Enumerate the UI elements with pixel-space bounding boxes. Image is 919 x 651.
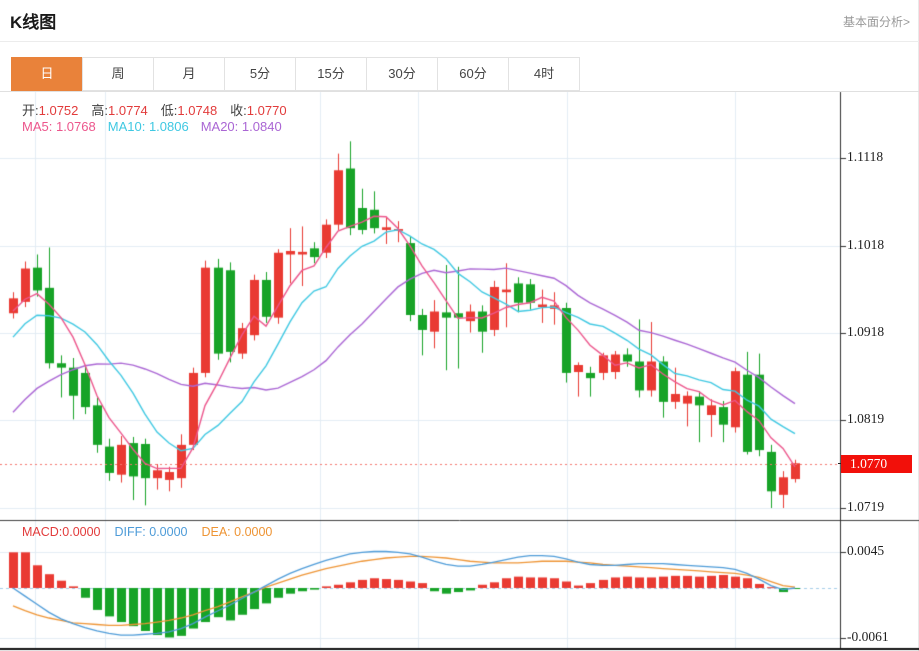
- period-tabs: 日周月 5分 15分 30分 60分 4时: [11, 57, 580, 91]
- tab-60min[interactable]: 60分: [437, 57, 509, 91]
- page-title: K线图: [10, 13, 57, 32]
- tab-4hour[interactable]: 4时: [508, 57, 580, 91]
- tabbar-divider: [0, 91, 919, 92]
- price-axis-label: 1.0819: [847, 411, 885, 426]
- ma20-value: MA20: 1.0840: [200, 119, 282, 134]
- ma10-value: MA10: 1.0806: [107, 119, 189, 134]
- price-axis-label: 1.1018: [847, 237, 885, 252]
- tab-week[interactable]: 周: [82, 57, 154, 91]
- fundamental-analysis-link[interactable]: 基本面分析>: [843, 13, 910, 30]
- low-value: 1.0748: [177, 103, 218, 118]
- tab-month[interactable]: 月: [153, 57, 225, 91]
- low-label: 低:: [160, 103, 178, 118]
- price-axis-label: 1.1118: [847, 149, 884, 164]
- ohlc-legend: 开:1.0752 高:1.0774 低:1.0748 收:1.0770: [22, 100, 300, 119]
- tab-30min[interactable]: 30分: [366, 57, 438, 91]
- widget-header: K线图 基本面分析>: [0, 0, 919, 42]
- close-value: 1.0770: [246, 103, 287, 118]
- tab-5min[interactable]: 5分: [224, 57, 296, 91]
- macd-axis-label: -0.0061: [847, 629, 889, 644]
- macd-axis-label: 0.0045: [847, 543, 885, 558]
- tab-day[interactable]: 日: [11, 57, 83, 91]
- price-axis-label: 1.0719: [847, 499, 885, 514]
- ma-legend: MA5: 1.0768 MA10: 1.0806 MA20: 1.0840: [22, 119, 282, 134]
- ma5-value: MA5: 1.0768: [22, 119, 96, 134]
- diff-value: DIFF: 0.0000: [114, 525, 188, 539]
- current-price-badge: 1.0770: [841, 455, 912, 473]
- dea-value: DEA: 0.0000: [201, 525, 273, 539]
- kline-chart-canvas[interactable]: [0, 0, 919, 651]
- open-value: 1.0752: [38, 103, 79, 118]
- price-axis-label: 1.0918: [847, 324, 885, 339]
- kline-widget: { "header": { "title": "K线图", "link": "基…: [0, 0, 919, 651]
- open-label: 开:: [22, 103, 39, 118]
- high-label: 高:: [91, 103, 109, 118]
- close-label: 收:: [230, 103, 247, 118]
- high-value: 1.0774: [108, 103, 148, 118]
- macd-value: MACD:0.0000: [22, 525, 101, 539]
- tab-15min[interactable]: 15分: [295, 57, 367, 91]
- macd-legend: MACD:0.0000 DIFF: 0.0000 DEA: 0.0000: [22, 525, 272, 539]
